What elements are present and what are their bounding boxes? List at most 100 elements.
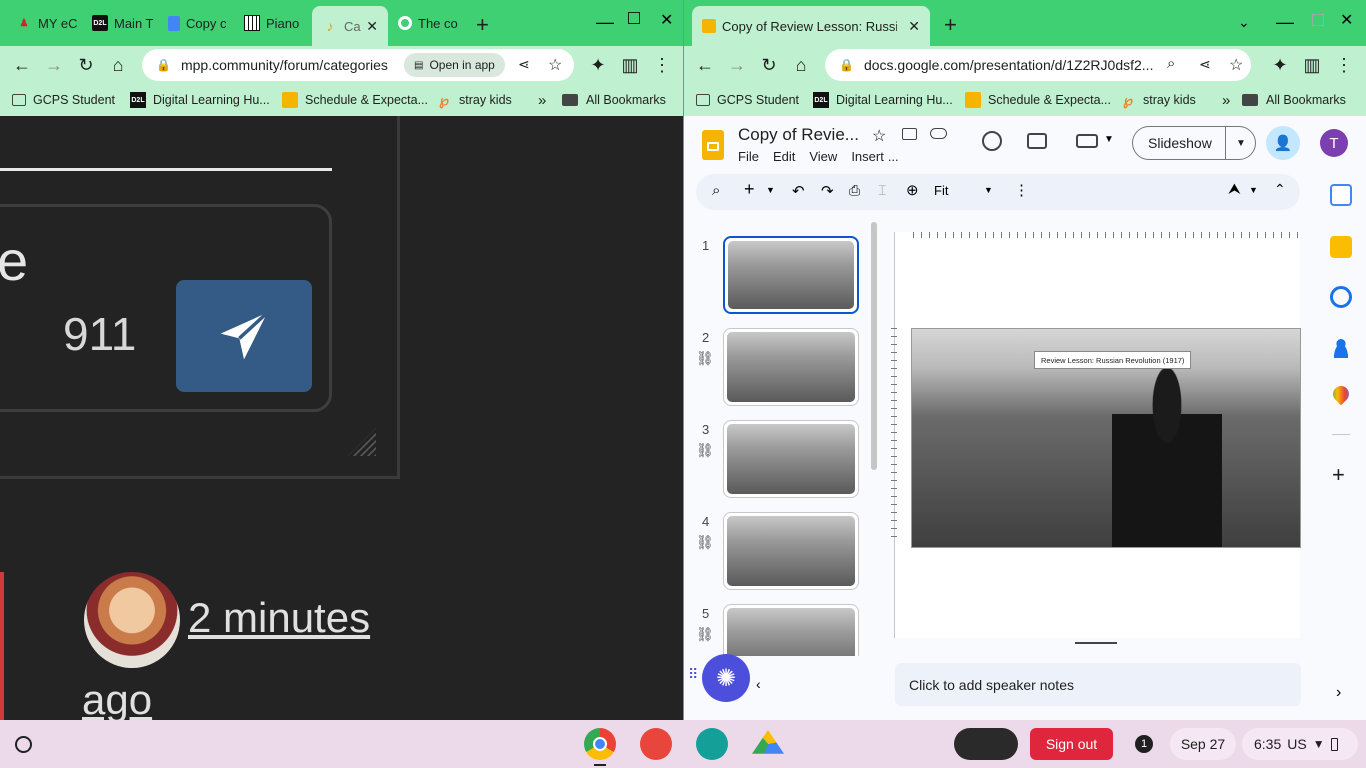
bookmark-star-icon[interactable]: ☆ xyxy=(1229,55,1243,75)
bookmark-star-icon[interactable]: ☆ xyxy=(548,55,562,75)
share-icon[interactable]: ⋖ xyxy=(518,56,530,73)
account-avatar[interactable]: T xyxy=(1320,129,1348,157)
status-area[interactable]: 6:35 US ▼ xyxy=(1242,728,1358,760)
side-panel-icon[interactable]: ▥ xyxy=(618,53,642,77)
close-tab-icon[interactable]: ✕ xyxy=(908,18,920,35)
send-button[interactable] xyxy=(176,280,312,392)
slide-thumb-3[interactable] xyxy=(723,420,859,498)
post-time-link[interactable]: 2 minutes xyxy=(188,594,370,642)
bookmark-gcps[interactable]: GCPS Student xyxy=(12,89,115,111)
search-menus-icon[interactable]: ⌕ xyxy=(712,182,720,199)
filmstrip-scrollbar[interactable] xyxy=(871,222,877,470)
show-side-panel-icon[interactable]: › xyxy=(1336,684,1341,702)
menu-view[interactable]: View xyxy=(809,149,837,164)
close-tab-icon[interactable]: ✕ xyxy=(366,18,378,35)
star-icon[interactable]: ☆ xyxy=(872,126,886,146)
maximize-icon[interactable] xyxy=(628,12,640,24)
bookmark-d2l[interactable]: D2L Digital Learning Hu... xyxy=(813,89,953,111)
home-icon[interactable]: ⌂ xyxy=(789,53,813,77)
redo-icon[interactable]: ↷ xyxy=(821,182,834,200)
resize-handle-icon[interactable] xyxy=(348,428,376,456)
bookmarks-overflow[interactable]: » xyxy=(538,89,546,111)
slideshow-dropdown-icon[interactable]: ▼ xyxy=(1225,126,1246,160)
slide-thumb-2[interactable] xyxy=(723,328,859,406)
notes-resize-handle[interactable] xyxy=(1075,642,1117,644)
meet-dropdown-icon[interactable]: ▼ xyxy=(1104,134,1114,145)
paint-app-icon[interactable] xyxy=(640,728,672,760)
minimize-icon[interactable]: — xyxy=(596,12,614,33)
post-time-link-cont[interactable]: ago xyxy=(82,676,152,720)
extensions-icon[interactable]: ✦ xyxy=(586,53,610,77)
chrome-icon[interactable] xyxy=(584,728,616,760)
new-slide-icon[interactable]: + xyxy=(744,179,755,200)
tab-my-ec[interactable]: ♟ MY eC xyxy=(6,8,86,38)
close-window-icon[interactable]: ✕ xyxy=(660,10,673,30)
new-tab-icon[interactable]: + xyxy=(944,12,957,38)
drag-handle-icon[interactable]: ⠿ xyxy=(688,666,698,683)
avatar[interactable] xyxy=(84,572,180,668)
slide-photo[interactable]: Review Lesson: Russian Revolution (1917) xyxy=(911,328,1301,548)
address-bar[interactable]: 🔒 docs.google.com/presentation/d/1Z2RJ0d… xyxy=(825,49,1251,81)
new-tab-icon[interactable]: + xyxy=(476,12,489,38)
reload-icon[interactable]: ↻ xyxy=(757,53,781,77)
share-people-icon[interactable]: 👤 xyxy=(1266,126,1300,160)
undo-icon[interactable]: ↶ xyxy=(792,182,805,200)
bookmark-d2l[interactable]: D2L Digital Learning Hu... xyxy=(130,89,270,111)
news-app-icon[interactable] xyxy=(696,728,728,760)
tab-main[interactable]: D2L Main T xyxy=(82,8,160,38)
close-window-icon[interactable]: ✕ xyxy=(1340,10,1353,30)
drive-icon[interactable] xyxy=(752,730,784,754)
launcher-icon[interactable] xyxy=(15,736,32,753)
tab-piano[interactable]: Piano xyxy=(234,8,312,38)
menu-icon[interactable]: ⋮ xyxy=(1332,53,1356,77)
tab-ca-active[interactable]: ♪ Ca ✕ xyxy=(312,6,388,46)
bookmark-schedule[interactable]: Schedule & Expecta... xyxy=(282,89,428,111)
menu-icon[interactable]: ⋮ xyxy=(650,53,674,77)
bookmarks-overflow[interactable]: » xyxy=(1222,89,1230,111)
contacts-icon[interactable] xyxy=(1330,336,1352,358)
forward-icon[interactable]: → xyxy=(725,53,749,77)
keep-icon[interactable] xyxy=(1330,236,1352,258)
bookmark-schedule[interactable]: Schedule & Expecta... xyxy=(965,89,1111,111)
speaker-notes[interactable]: Click to add speaker notes xyxy=(895,663,1301,706)
zoom-icon[interactable]: ⊕ xyxy=(906,181,919,199)
select-cursor-icon[interactable]: ⮝ xyxy=(1228,181,1241,198)
tab-slides-active[interactable]: Copy of Review Lesson: Russian ✕ xyxy=(692,6,930,46)
address-bar[interactable]: 🔒 mpp.community/forum/categories ▤ Open … xyxy=(142,49,574,81)
bookmark-gcps[interactable]: GCPS Student xyxy=(696,89,799,111)
comments-icon[interactable] xyxy=(1027,133,1047,149)
assistant-fab-icon[interactable]: ✺ xyxy=(702,654,750,702)
menu-insert[interactable]: Insert xyxy=(851,149,884,164)
move-folder-icon[interactable] xyxy=(902,128,917,140)
tasks-icon[interactable] xyxy=(1330,286,1352,308)
back-icon[interactable]: ← xyxy=(693,53,717,77)
minimize-icon[interactable]: — xyxy=(1276,12,1294,33)
home-icon[interactable]: ⌂ xyxy=(106,53,130,77)
extensions-icon[interactable]: ✦ xyxy=(1268,53,1292,77)
more-tools-icon[interactable]: ⋮ xyxy=(1014,181,1029,199)
tab-search-icon[interactable]: ⌄ xyxy=(1238,14,1250,31)
zoom-select[interactable]: Fit xyxy=(934,183,948,198)
print-icon[interactable]: ⎙ xyxy=(849,182,860,199)
slides-logo-icon[interactable] xyxy=(702,130,724,160)
menu-more[interactable]: ... xyxy=(888,149,899,164)
bookmark-stray-kids[interactable]: ℘ stray kids xyxy=(436,89,512,111)
calendar-icon[interactable] xyxy=(1330,184,1352,206)
version-history-icon[interactable] xyxy=(982,131,1002,151)
all-bookmarks[interactable]: All Bookmarks xyxy=(562,89,666,111)
slideshow-button[interactable]: Slideshow ▼ xyxy=(1132,126,1256,160)
meet-icon[interactable] xyxy=(1076,134,1098,148)
share-icon[interactable]: ⋖ xyxy=(1199,56,1211,73)
slide-thumb-4[interactable] xyxy=(723,512,859,590)
date-chip[interactable]: Sep 27 xyxy=(1170,728,1236,760)
slide-title-box[interactable]: Review Lesson: Russian Revolution (1917) xyxy=(1034,351,1192,369)
slide-thumb-5[interactable] xyxy=(723,604,859,656)
all-bookmarks[interactable]: All Bookmarks xyxy=(1242,89,1346,111)
maps-icon[interactable] xyxy=(1329,382,1353,406)
bookmark-stray-kids[interactable]: ℘ stray kids xyxy=(1120,89,1196,111)
forward-icon[interactable]: → xyxy=(42,53,66,77)
paint-format-icon[interactable]: ⌶ xyxy=(878,182,886,199)
notification-badge[interactable]: 1 xyxy=(1135,735,1153,753)
open-in-app-chip[interactable]: ▤ Open in app xyxy=(404,53,505,77)
add-addon-icon[interactable]: + xyxy=(1332,462,1345,488)
